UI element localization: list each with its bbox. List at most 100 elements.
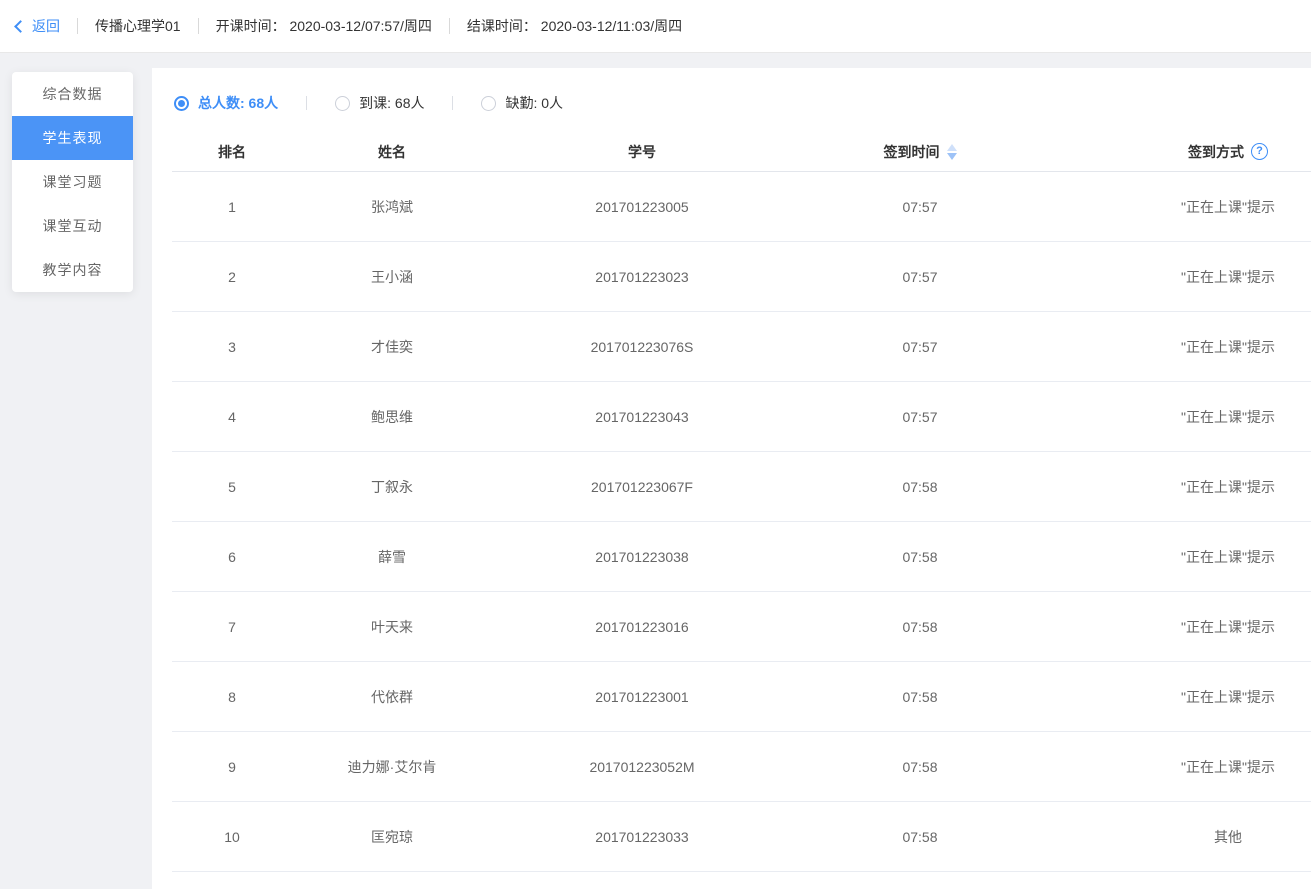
time-cell: 07:57 [792,409,1048,425]
method-cell: "正在上课"提示 [1048,407,1311,427]
attendance-filters: 总人数: 68人 到课: 68人 缺勤: 0人 [174,92,1311,114]
student-id-cell: 201701223052M [492,759,792,775]
name-cell: 丁叙永 [292,477,492,497]
name-cell: 鲍思维 [292,407,492,427]
name-cell: 才佳奕 [292,337,492,357]
filter-divider [306,96,307,110]
rank-cell: 6 [172,549,292,565]
filter-present[interactable]: 到课: 68人 [335,93,424,113]
help-icon[interactable]: ? [1251,143,1268,160]
back-label: 返回 [32,16,60,36]
name-cell: 迪力娜·艾尔肯 [292,757,492,777]
method-cell: "正在上课"提示 [1048,477,1311,497]
header-name: 姓名 [292,142,492,162]
topbar-divider [198,18,199,34]
table-row: 3 才佳奕 201701223076S 07:57 "正在上课"提示 [172,312,1311,382]
radio-unselected-icon [335,96,350,111]
name-cell: 薛雪 [292,547,492,567]
student-id-cell: 201701223033 [492,829,792,845]
rank-cell: 1 [172,199,292,215]
filter-total[interactable]: 总人数: 68人 [174,93,278,113]
topbar: 返回 传播心理学01 开课时间： 2020-03-12/07:57/周四 结课时… [0,0,1311,53]
student-id-cell: 201701223043 [492,409,792,425]
filter-absent-label: 缺勤: 0人 [505,93,563,113]
rank-cell: 7 [172,619,292,635]
radio-unselected-icon [481,96,496,111]
back-chevron-icon [14,20,27,33]
rank-cell: 9 [172,759,292,775]
table-header: 排名 姓名 学号 签到时间 签到方式 ? [172,132,1311,172]
method-cell: 其他 [1048,827,1311,847]
table-row: 5 丁叙永 201701223067F 07:58 "正在上课"提示 [172,452,1311,522]
student-id-cell: 201701223067F [492,479,792,495]
header-checkin-time[interactable]: 签到时间 [792,142,1048,162]
method-cell: "正在上课"提示 [1048,757,1311,777]
rank-cell: 4 [172,409,292,425]
student-id-cell: 201701223076S [492,339,792,355]
student-id-cell: 201701223038 [492,549,792,565]
sidebar-item-overview[interactable]: 综合数据 [12,72,133,116]
sort-up-icon [947,144,957,151]
filter-total-label: 总人数: 68人 [198,93,278,113]
header-student-id: 学号 [492,142,792,162]
time-cell: 07:58 [792,479,1048,495]
name-cell: 代依群 [292,687,492,707]
rank-cell: 5 [172,479,292,495]
time-cell: 07:58 [792,689,1048,705]
method-cell: "正在上课"提示 [1048,547,1311,567]
rank-cell: 10 [172,829,292,845]
course-end-time: 结课时间： 2020-03-12/11:03/周四 [467,16,682,36]
filter-present-label: 到课: 68人 [359,93,424,113]
method-cell: "正在上课"提示 [1048,687,1311,707]
rank-cell: 8 [172,689,292,705]
method-cell: "正在上课"提示 [1048,337,1311,357]
header-checkin-method-label: 签到方式 [1188,142,1244,162]
time-cell: 07:58 [792,619,1048,635]
topbar-divider [449,18,450,34]
course-start-time: 开课时间： 2020-03-12/07:57/周四 [216,16,432,36]
time-cell: 07:58 [792,829,1048,845]
sort-down-icon [947,153,957,160]
table-row: 10 匡宛琼 201701223033 07:58 其他 [172,802,1311,872]
radio-selected-icon [174,96,189,111]
rank-cell: 3 [172,339,292,355]
sidebar-item-class-exercises[interactable]: 课堂习题 [12,160,133,204]
student-id-cell: 201701223016 [492,619,792,635]
name-cell: 叶天来 [292,617,492,637]
table-row: 8 代依群 201701223001 07:58 "正在上课"提示 [172,662,1311,732]
sidebar-item-class-interaction[interactable]: 课堂互动 [12,204,133,248]
header-checkin-method: 签到方式 ? [1048,142,1311,162]
name-cell: 张鸿斌 [292,197,492,217]
header-rank: 排名 [172,142,292,162]
header-checkin-time-label: 签到时间 [884,142,940,162]
filter-divider [452,96,453,110]
method-cell: "正在上课"提示 [1048,617,1311,637]
course-title: 传播心理学01 [95,16,181,36]
sidebar-item-teaching-content[interactable]: 教学内容 [12,248,133,292]
student-id-cell: 201701223005 [492,199,792,215]
filter-absent[interactable]: 缺勤: 0人 [481,93,563,113]
table-row: 6 薛雪 201701223038 07:58 "正在上课"提示 [172,522,1311,592]
table-row: 4 鲍思维 201701223043 07:57 "正在上课"提示 [172,382,1311,452]
table-row: 9 迪力娜·艾尔肯 201701223052M 07:58 "正在上课"提示 [172,732,1311,802]
name-cell: 匡宛琼 [292,827,492,847]
topbar-divider [77,18,78,34]
sidebar-item-student-performance[interactable]: 学生表现 [12,116,133,160]
method-cell: "正在上课"提示 [1048,267,1311,287]
back-button[interactable]: 返回 [14,16,60,36]
table-row: 1 张鸿斌 201701223005 07:57 "正在上课"提示 [172,172,1311,242]
table-row: 2 王小涵 201701223023 07:57 "正在上课"提示 [172,242,1311,312]
time-cell: 07:58 [792,549,1048,565]
attendance-table: 排名 姓名 学号 签到时间 签到方式 ? 1 张鸿斌 201701223005 … [172,132,1311,872]
table-body: 1 张鸿斌 201701223005 07:57 "正在上课"提示 2 王小涵 … [172,172,1311,872]
method-cell: "正在上课"提示 [1048,197,1311,217]
time-cell: 07:57 [792,199,1048,215]
time-cell: 07:57 [792,339,1048,355]
time-cell: 07:57 [792,269,1048,285]
sidebar: 综合数据 学生表现 课堂习题 课堂互动 教学内容 [12,72,133,292]
table-row: 7 叶天来 201701223016 07:58 "正在上课"提示 [172,592,1311,662]
name-cell: 王小涵 [292,267,492,287]
time-cell: 07:58 [792,759,1048,775]
sort-icon[interactable] [947,144,957,160]
student-id-cell: 201701223001 [492,689,792,705]
